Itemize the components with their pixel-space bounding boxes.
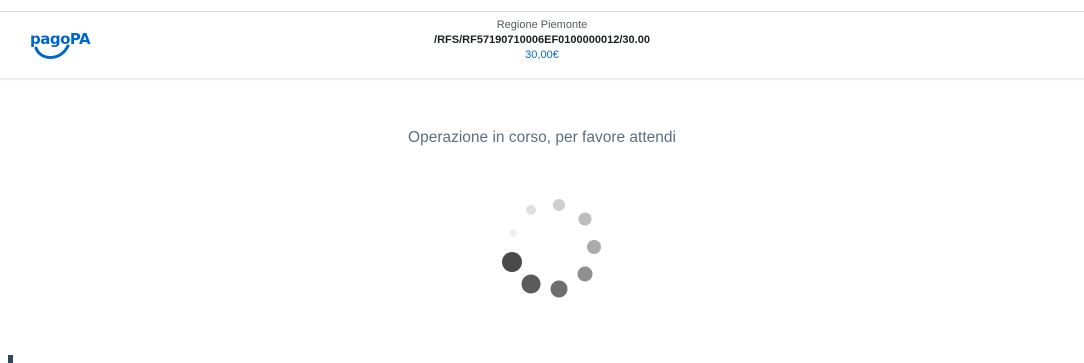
corner-mark <box>8 355 13 363</box>
payment-header: pagoPA Regione Piemonte /RFS/RF571907100… <box>0 12 1084 78</box>
header-shadow <box>0 78 1084 81</box>
spinner-dot <box>502 252 522 272</box>
creditor-name: Regione Piemonte <box>496 19 588 31</box>
notice-code: /RFS/RF57190710006EF0100000012/30.00 <box>434 34 650 46</box>
spinner-dot <box>521 274 541 294</box>
payment-summary: Regione Piemonte /RFS/RF57190710006EF010… <box>0 18 1084 63</box>
spinner-dot <box>553 199 565 211</box>
spinner-dot <box>587 240 601 254</box>
spinner-dot <box>526 205 536 215</box>
spinner-dot <box>509 229 517 237</box>
payment-amount: 30,00€ <box>525 49 559 61</box>
loading-message: Operazione in corso, per favore attendi <box>408 129 676 146</box>
spinner-dot <box>577 266 593 282</box>
payment-page: pagoPA Regione Piemonte /RFS/RF571907100… <box>0 0 1084 363</box>
spinner-dot <box>550 280 568 298</box>
spinner-dot <box>578 212 592 226</box>
